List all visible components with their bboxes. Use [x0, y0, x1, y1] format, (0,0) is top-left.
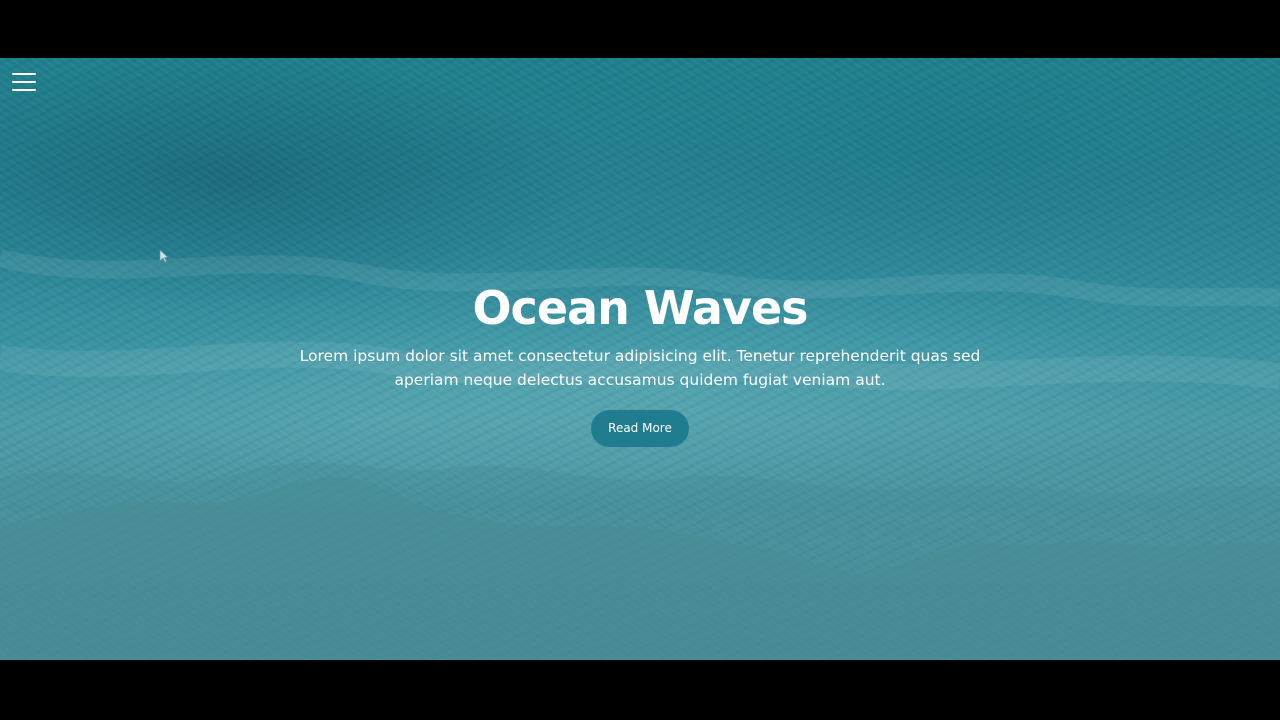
- read-more-button[interactable]: Read More: [591, 410, 689, 447]
- hero-description: Lorem ipsum dolor sit amet consectetur a…: [299, 347, 981, 389]
- hero-content: Ocean Waves Lorem ipsum dolor sit amet c…: [0, 58, 1280, 660]
- hero-title: Ocean Waves: [472, 281, 808, 335]
